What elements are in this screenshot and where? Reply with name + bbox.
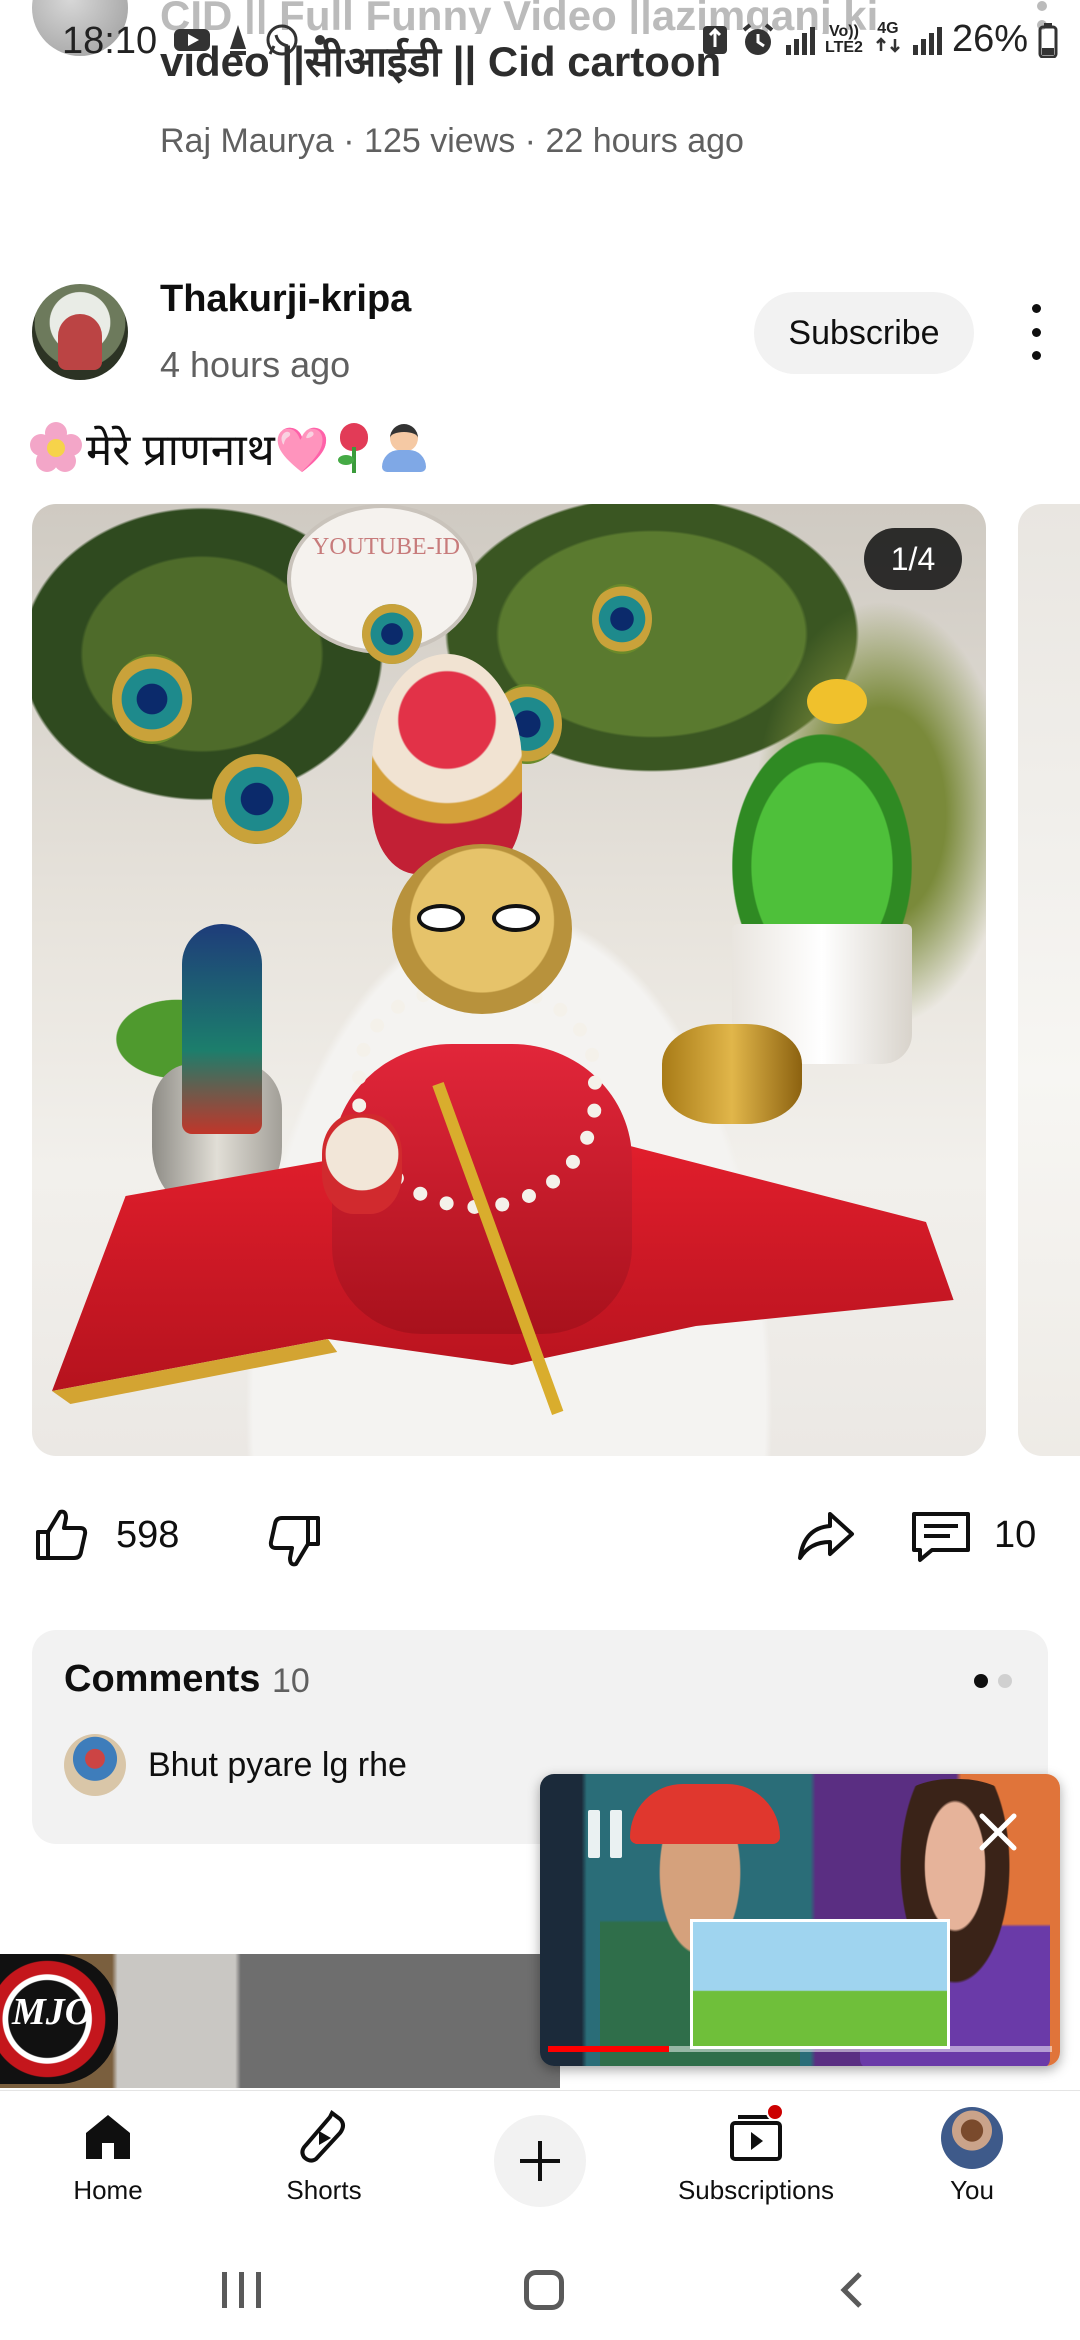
nav-you-label: You [950, 2175, 994, 2205]
status-bar: 18:10 Vo)) LTE2 4G 26% [0, 0, 1080, 80]
location-icon [230, 25, 246, 55]
post-text-content: मेरे प्राणनाथ🩷 [86, 426, 330, 475]
mini-player-progress-fill [548, 2046, 669, 2052]
subscriptions-icon [726, 2103, 786, 2167]
shorts-icon [300, 2109, 345, 2163]
pause-icon[interactable] [588, 1810, 622, 1858]
channel-avatar[interactable] [32, 284, 128, 380]
nav-shorts-label: Shorts [286, 2175, 362, 2205]
channel-name[interactable]: Thakurji-kripa [160, 278, 411, 321]
home-button-icon[interactable] [524, 2270, 564, 2310]
plus-icon [520, 2141, 560, 2181]
dot-icon [315, 35, 325, 45]
post-time: 4 hours ago [160, 344, 351, 385]
network-label: Vo)) LTE2 [825, 22, 863, 56]
post-more-options-icon[interactable] [1024, 304, 1048, 360]
recent-apps-icon[interactable] [222, 2272, 261, 2308]
post-image-carousel[interactable]: YOUTUBE-ID 1/4 [32, 504, 1080, 1456]
nav-subscriptions-label: Subscriptions [677, 2175, 835, 2205]
comment-icon[interactable] [910, 1508, 972, 1564]
like-count: 598 [116, 1514, 180, 1556]
nav-home[interactable]: Home [8, 2107, 208, 2227]
next-post-image[interactable] [1018, 504, 1080, 1456]
comments-count: 10 [272, 1662, 310, 1700]
previous-video-meta: Raj Maurya · 125 views · 22 hours ago [160, 122, 744, 160]
youtube-icon [174, 29, 210, 51]
post-text: मेरे प्राणनाथ🩷 [30, 418, 430, 478]
image-counter-badge: 1/4 [864, 528, 962, 590]
data-arrows-icon [876, 37, 900, 53]
nav-shorts[interactable]: Shorts [224, 2107, 424, 2227]
nav-home-label: Home [73, 2175, 143, 2205]
comments-title: Comments [64, 1658, 261, 1700]
network-type: 4G [873, 21, 903, 58]
subscribe-button[interactable]: Subscribe [754, 292, 974, 374]
home-icon [86, 2115, 130, 2159]
create-button[interactable] [494, 2115, 586, 2207]
signal-icon-2 [912, 25, 942, 55]
bottom-navigation: Home Shorts Subscriptions You [0, 2090, 1080, 2240]
cherry-blossom-emoji-icon [30, 422, 82, 474]
like-icon[interactable] [32, 1506, 90, 1564]
back-icon[interactable] [832, 2270, 872, 2310]
commenter-avatar [64, 1734, 126, 1796]
share-icon[interactable] [796, 1508, 856, 1564]
battery-percentage: 26% [951, 18, 1028, 60]
comments-pager-dots [974, 1674, 1012, 1688]
nav-subscriptions[interactable]: Subscriptions [656, 2103, 856, 2227]
status-system-icons: Vo)) LTE2 4G 26% [700, 18, 1058, 61]
nfc-icon [703, 25, 727, 54]
nav-you[interactable]: You [872, 2107, 1072, 2227]
close-icon[interactable] [974, 1808, 1022, 1856]
mini-player[interactable] [540, 1774, 1060, 2066]
signal-icon [786, 25, 815, 55]
mini-player-cartoon-overlay [690, 1919, 950, 2049]
notification-dot [766, 2103, 784, 2121]
alarm-icon [742, 22, 774, 55]
status-notification-icons [172, 22, 326, 58]
whatsapp-icon [266, 24, 298, 56]
post-image[interactable]: YOUTUBE-ID 1/4 [32, 504, 986, 1456]
person-emoji-icon [378, 422, 430, 474]
battery-icon [1038, 22, 1058, 58]
comment-count: 10 [994, 1514, 1037, 1556]
status-time: 18:10 [62, 20, 158, 62]
user-avatar [941, 2107, 1003, 2169]
tulip-emoji-icon [334, 421, 374, 475]
top-comment-text: Bhut pyare lg rhe [148, 1746, 407, 1784]
system-navigation-bar [0, 2240, 1080, 2340]
dislike-icon[interactable] [266, 1512, 324, 1570]
mjo-logo-text: MJO [12, 1991, 93, 2033]
